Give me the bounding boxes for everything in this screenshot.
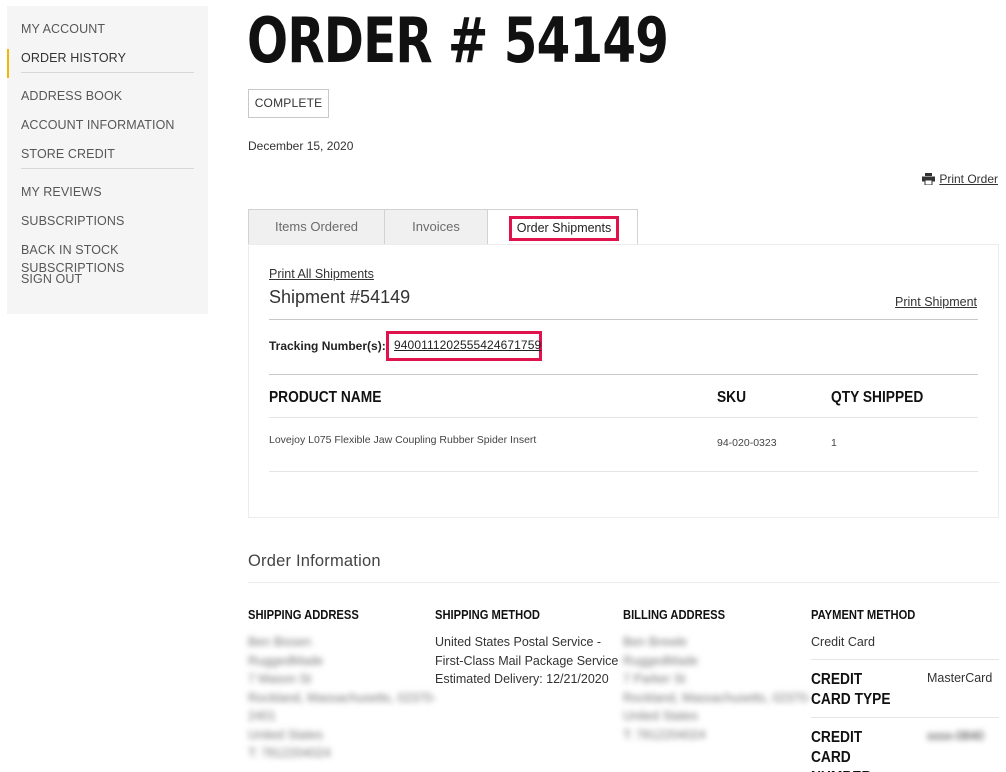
sidebar-item-order-history[interactable]: ORDER HISTORY <box>7 49 208 78</box>
credit-card-type-value: MasterCard <box>927 671 993 685</box>
divider <box>811 717 999 718</box>
tracking-label: Tracking Number(s): <box>269 339 386 353</box>
sidebar-item-subscriptions[interactable]: SUBSCRIPTIONS <box>7 212 208 241</box>
column-header-qty-shipped: QTY SHIPPED <box>831 389 924 406</box>
sidebar-item-store-credit[interactable]: STORE CREDIT <box>7 145 208 174</box>
tracking-number-link[interactable]: 9400111202555424671759 <box>394 338 541 352</box>
tab-order-shipments-label: Order Shipments <box>509 216 619 241</box>
divider <box>269 319 978 320</box>
shipping-method-text: United States Postal Service - First-Cla… <box>435 635 619 686</box>
print-shipment-link[interactable]: Print Shipment <box>895 295 977 309</box>
shipping-address-heading: SHIPPING ADDRESS <box>248 607 359 622</box>
table-row-product: Lovejoy L075 Flexible Jaw Coupling Rubbe… <box>269 434 537 446</box>
billing-address-text: Ben Brewle RuggedMade 7 Parker St Rockla… <box>623 635 812 742</box>
table-row-qty: 1 <box>831 437 837 449</box>
page-title: ORDER # 54149 <box>247 4 669 77</box>
credit-card-number-value: xxxx-0840 <box>927 729 984 743</box>
order-information-title: Order Information <box>248 552 381 570</box>
divider <box>269 374 978 375</box>
sidebar-item-account-information[interactable]: ACCOUNT INFORMATION <box>7 116 208 145</box>
column-header-product-name: PRODUCT NAME <box>269 389 382 406</box>
printer-icon <box>922 173 936 186</box>
sidebar-divider <box>21 168 194 169</box>
sidebar-divider <box>21 72 194 73</box>
order-date: December 15, 2020 <box>248 139 354 153</box>
column-header-sku: SKU <box>717 389 747 406</box>
credit-card-type-label: CREDIT CARD TYPE <box>811 671 891 708</box>
table-row-sku: 94-020-0323 <box>717 437 777 449</box>
shipment-title: Shipment #54149 <box>269 287 411 307</box>
payment-method-heading: PAYMENT METHOD <box>811 607 916 622</box>
shipping-address-text: Ben Bissen RuggedMade 7 Mason St Rocklan… <box>248 635 437 760</box>
sidebar-item-my-reviews[interactable]: MY REVIEWS <box>7 183 208 212</box>
tracking-highlight: 9400111202555424671759 <box>386 331 542 361</box>
shipping-method-heading: SHIPPING METHOD <box>435 607 540 622</box>
payment-method-value: Credit Card <box>811 635 875 649</box>
divider <box>269 417 978 418</box>
sidebar-item-back-in-stock-subscriptions[interactable]: BACK IN STOCK SUBSCRIPTIONS <box>7 241 208 275</box>
print-order-label: Print Order <box>939 172 998 186</box>
tab-invoices[interactable]: Invoices <box>384 209 487 245</box>
order-tabs: Items Ordered Invoices Order Shipments <box>248 209 638 245</box>
status-badge: COMPLETE <box>248 89 329 118</box>
sidebar-item-address-book[interactable]: ADDRESS BOOK <box>7 87 208 116</box>
credit-card-number-label: CREDIT CARD NUMBER <box>811 729 871 772</box>
divider <box>248 582 999 583</box>
divider <box>269 471 978 472</box>
billing-address-heading: BILLING ADDRESS <box>623 607 726 622</box>
divider <box>811 659 999 660</box>
print-order-link[interactable]: Print Order <box>922 172 998 186</box>
shipment-panel: Print All Shipments Shipment #54149 Prin… <box>248 244 999 518</box>
print-all-shipments-link[interactable]: Print All Shipments <box>269 267 374 281</box>
account-sidebar: MY ACCOUNT ORDER HISTORY ADDRESS BOOK AC… <box>7 6 208 314</box>
tab-items-ordered[interactable]: Items Ordered <box>248 209 384 245</box>
tab-order-shipments[interactable]: Order Shipments <box>487 209 638 245</box>
sidebar-item-my-account[interactable]: MY ACCOUNT <box>7 20 208 49</box>
